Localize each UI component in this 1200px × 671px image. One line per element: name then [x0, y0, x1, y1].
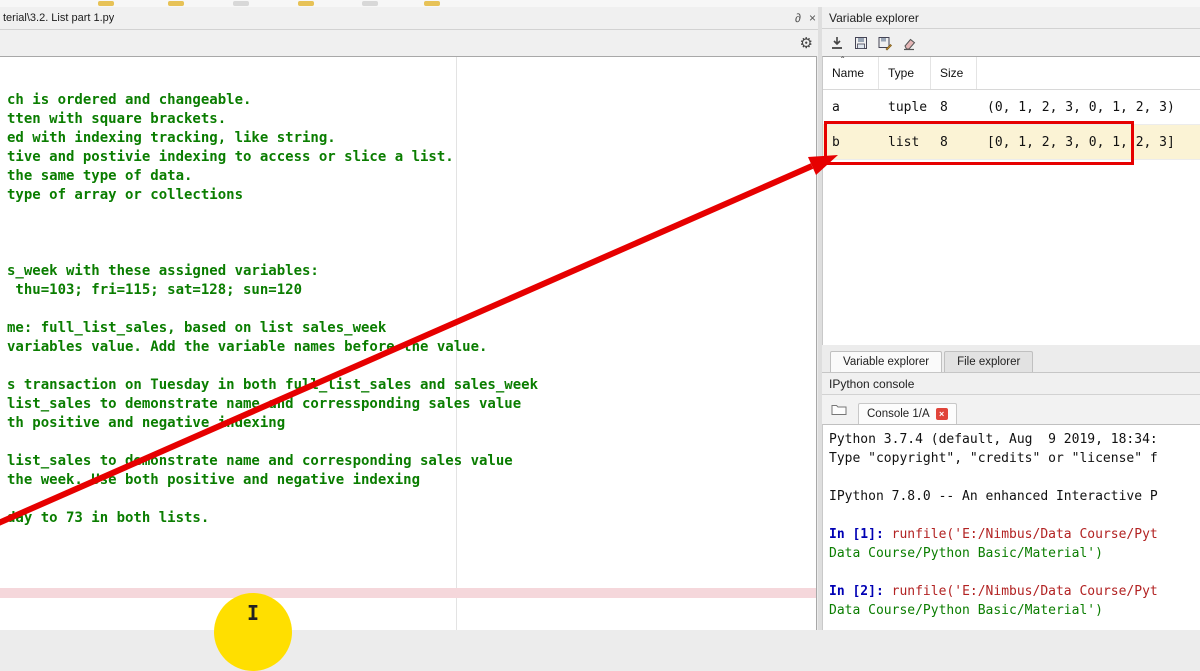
import-data-icon[interactable]	[828, 34, 846, 52]
editor-pane: terial\3.2. List part 1.py ∂ × ⚙ ch is o…	[0, 7, 820, 630]
editor-code: ch is ordered and changeable.tten with s…	[0, 91, 816, 528]
code-line: list_sales to demonstrate name and corre…	[7, 395, 816, 414]
variable-name-cell[interactable]: b	[823, 125, 879, 159]
pane-menu-icon[interactable]: ∂	[791, 11, 805, 25]
console-line: IPython 7.8.0 -- An enhanced Interactive…	[829, 487, 1200, 506]
console-line: In [2]: runfile('E:/Nimbus/Data Course/P…	[829, 582, 1200, 601]
variable-type-cell[interactable]: list	[879, 125, 931, 159]
tab-variable-explorer[interactable]: Variable explorer	[830, 351, 942, 372]
code-line: s_week with these assigned variables:	[7, 262, 816, 281]
console-line: Python 3.7.4 (default, Aug 9 2019, 18:34…	[829, 430, 1200, 449]
variable-explorer-titlebar: Variable explorer	[822, 7, 1200, 29]
tab-file-explorer[interactable]: File explorer	[944, 351, 1033, 372]
console-tab-label: Console 1/A	[867, 408, 930, 420]
console-line: Type "copyright", "credits" or "license"…	[829, 449, 1200, 468]
code-line	[7, 300, 816, 319]
code-line: tten with square brackets.	[7, 110, 816, 129]
folder-icon[interactable]	[830, 400, 848, 418]
code-line	[7, 357, 816, 376]
console-line: Data Course/Python Basic/Material')	[829, 544, 1200, 563]
close-console-icon[interactable]: ×	[936, 408, 948, 420]
editor-toolbar: ⚙	[0, 30, 820, 57]
cropped-toolbar-icon	[362, 1, 378, 6]
variable-value-cell[interactable]: (0, 1, 2, 3, 0, 1, 2, 3)	[977, 90, 1200, 124]
code-line	[7, 490, 816, 509]
editor-file-tab[interactable]: terial\3.2. List part 1.py	[0, 12, 114, 24]
code-line: me: full_list_sales, based on list sales…	[7, 319, 816, 338]
code-line: type of array or collections	[7, 186, 816, 205]
column-header-size[interactable]: Size	[931, 57, 977, 89]
code-line: tive and postivie indexing to access or …	[7, 148, 816, 167]
code-line: s transaction on Tuesday in both full_li…	[7, 376, 816, 395]
code-line: thu=103; fri=115; sat=128; sun=120	[7, 281, 816, 300]
cropped-toolbar-icon	[298, 1, 314, 6]
code-line: ch is ordered and changeable.	[7, 91, 816, 110]
highlighted-line-band	[0, 588, 816, 598]
console-output[interactable]: Python 3.7.4 (default, Aug 9 2019, 18:34…	[822, 424, 1200, 630]
console-line	[829, 506, 1200, 525]
variable-explorer-title: Variable explorer	[829, 11, 919, 25]
ipython-console-title: IPython console	[829, 377, 914, 391]
gear-icon[interactable]: ⚙	[800, 36, 813, 51]
cropped-top-toolbar	[0, 0, 1200, 7]
variable-row-a[interactable]: atuple8(0, 1, 2, 3, 0, 1, 2, 3)	[823, 90, 1200, 125]
console-tab-bar: Console 1/A ×	[822, 395, 1200, 424]
editor-content[interactable]: ch is ordered and changeable.tten with s…	[0, 56, 817, 630]
remove-variables-icon[interactable]	[900, 34, 918, 52]
console-line	[829, 563, 1200, 582]
code-line	[7, 433, 816, 452]
variable-name-cell[interactable]: a	[823, 90, 879, 124]
code-line	[7, 243, 816, 262]
explorer-tabs: Variable explorerFile explorer	[822, 345, 1200, 373]
column-header-label: Name	[832, 66, 864, 80]
variable-row-b[interactable]: blist8[0, 1, 2, 3, 0, 1, 2, 3]	[823, 125, 1200, 160]
variable-size-cell[interactable]: 8	[931, 90, 977, 124]
variable-table: ˆName Type Size atuple8(0, 1, 2, 3, 0, 1, …	[822, 56, 1200, 345]
variable-explorer-toolbar	[822, 29, 1200, 56]
cropped-toolbar-icon	[168, 1, 184, 6]
variable-type-cell[interactable]: tuple	[879, 90, 931, 124]
column-header-label: Type	[888, 66, 914, 80]
right-pane: Variable explorer ˆName Type Size atuple8(…	[822, 7, 1200, 630]
text-cursor-icon: I	[247, 601, 259, 671]
code-line: day to 73 in both lists.	[7, 509, 816, 528]
cropped-toolbar-icon	[233, 1, 249, 6]
console-tab[interactable]: Console 1/A ×	[858, 403, 957, 424]
code-line	[7, 224, 816, 243]
variable-table-header: ˆName Type Size	[823, 57, 1200, 90]
save-data-as-icon[interactable]	[876, 34, 894, 52]
code-line: th positive and negative indexing	[7, 414, 816, 433]
column-header-name[interactable]: ˆName	[823, 57, 879, 89]
cropped-toolbar-icon	[424, 1, 440, 6]
console-line: In [1]: runfile('E:/Nimbus/Data Course/P…	[829, 525, 1200, 544]
variable-value-cell[interactable]: [0, 1, 2, 3, 0, 1, 2, 3]	[977, 125, 1200, 159]
code-line: the same type of data.	[7, 167, 816, 186]
variable-size-cell[interactable]: 8	[931, 125, 977, 159]
sort-ascending-icon: ˆ	[841, 56, 844, 67]
console-line: Data Course/Python Basic/Material')	[829, 601, 1200, 620]
code-line	[7, 205, 816, 224]
code-line: the week. Use both positive and negative…	[7, 471, 816, 490]
save-data-icon[interactable]	[852, 34, 870, 52]
ipython-console-titlebar: IPython console	[822, 373, 1200, 395]
cursor-highlight-circle: I	[214, 593, 292, 671]
code-line: list_sales to demonstrate name and corre…	[7, 452, 816, 471]
console-line	[829, 468, 1200, 487]
column-header-type[interactable]: Type	[879, 57, 931, 89]
editor-tab-bar: terial\3.2. List part 1.py ∂ ×	[0, 7, 820, 30]
column-header-label: Size	[940, 66, 963, 80]
variable-table-body: atuple8(0, 1, 2, 3, 0, 1, 2, 3)blist8[0,…	[823, 90, 1200, 160]
code-line: ed with indexing tracking, like string.	[7, 129, 816, 148]
cropped-toolbar-icon	[98, 1, 114, 6]
column-header-value	[977, 57, 1200, 89]
code-line: variables value. Add the variable names …	[7, 338, 816, 357]
